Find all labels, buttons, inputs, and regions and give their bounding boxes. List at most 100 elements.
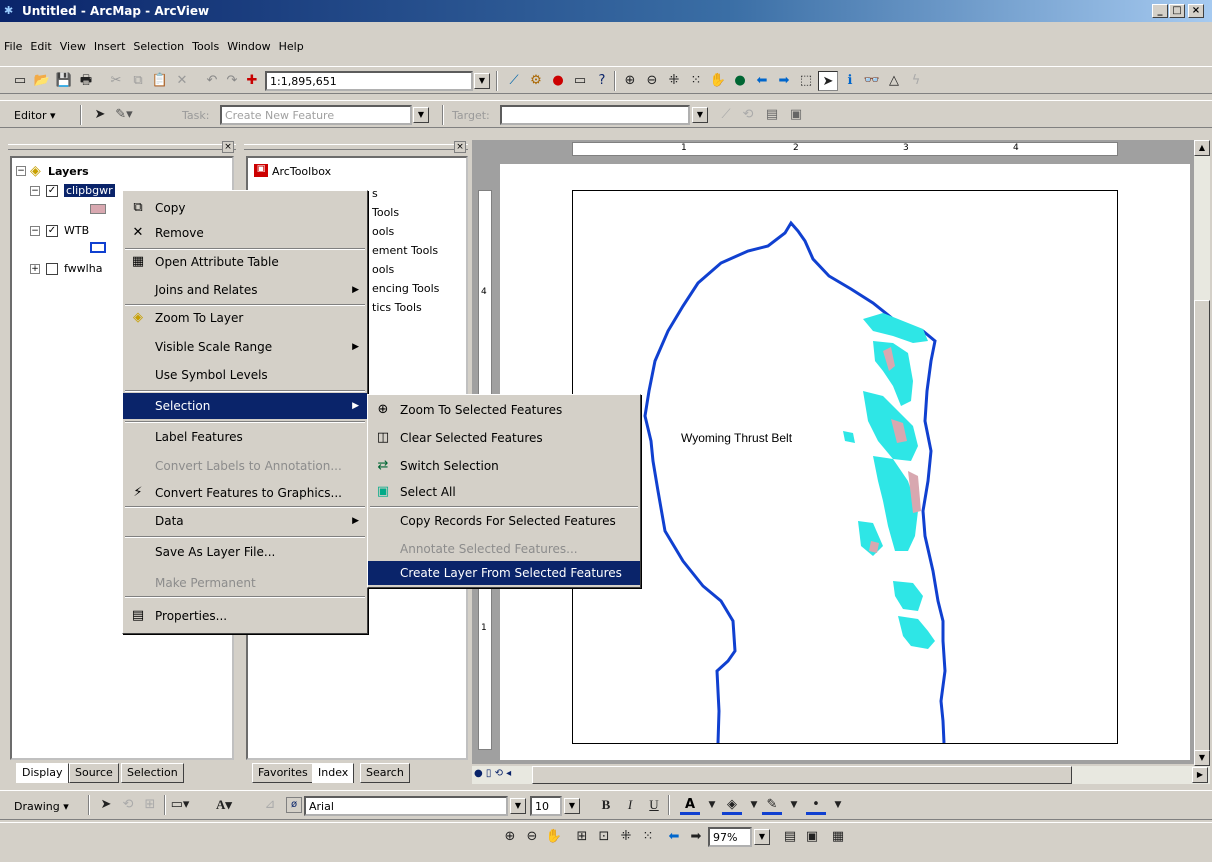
layer-name-clipbgwr[interactable]: clipbgwr [64,184,115,197]
dropdown-arrow-icon[interactable]: ▼ [784,795,804,815]
command-line-icon[interactable]: ▭ [570,71,590,91]
dropdown-arrow-icon[interactable]: ▼ [744,795,764,815]
target-combo[interactable] [500,105,690,125]
line-color-icon[interactable]: ✎ [762,795,782,815]
find-icon[interactable]: 👓 [862,71,882,91]
marker-color-icon[interactable]: • [806,795,826,815]
menu-selection[interactable]: Selection [129,38,188,55]
sketch-properties-icon[interactable]: ▣ [786,105,806,125]
editor-toolbar-icon[interactable]: ⟋ [504,71,524,91]
edit-tool-icon[interactable]: ➤ [90,105,110,125]
menu-item-data[interactable]: Data ▶ [123,508,367,534]
fixed-zoom-in-icon[interactable]: ⁜ [664,71,684,91]
font-style-icon[interactable]: ø [286,797,302,813]
fill-color-icon[interactable]: ◈ [722,795,742,815]
redo-icon[interactable]: ↷ [222,71,242,91]
toolbox-linear-referencing-tools[interactable]: encing Tools [372,282,439,295]
copy-icon[interactable]: ⧉ [128,71,148,91]
menu-edit[interactable]: Edit [26,38,55,55]
toolbox-data-management-tools[interactable]: ement Tools [372,244,438,257]
menu-item-clear-selected[interactable]: ◫ Clear Selected Features [368,425,640,451]
split-tool-icon[interactable]: ⟋ [716,105,736,125]
menu-item-zoom-to-selected[interactable]: ⊕ Zoom To Selected Features [368,397,640,423]
tab-index[interactable]: Index [312,763,355,783]
toolbox-spatial-statistics-tools[interactable]: tics Tools [372,301,422,314]
layout-view-icon[interactable]: ● ▯ ⟲ ◂ [474,768,511,779]
next-extent-icon[interactable]: ➡ [686,827,706,847]
vertical-scrollbar[interactable]: ▲ ▼ [1194,140,1210,770]
italic-button[interactable]: I [620,795,640,815]
menu-help[interactable]: Help [275,38,308,55]
map-scale-combo[interactable]: 1:1,895,651 [265,71,473,91]
tab-favorites[interactable]: Favorites [252,763,314,783]
pan-icon[interactable]: ✋ [708,71,728,91]
layer-name-wtb[interactable]: WTB [64,224,89,237]
symbol-swatch-wtb[interactable] [90,242,106,253]
font-combo[interactable]: Arial [304,796,508,816]
expand-toggle-clipbgwr[interactable]: − [30,186,40,196]
menu-tools[interactable]: Tools [188,38,223,55]
menu-view[interactable]: View [56,38,90,55]
rotate-tool-icon[interactable]: ⟲ [738,105,758,125]
rectangle-icon[interactable]: ▭▾ [170,795,190,815]
menu-item-copy[interactable]: ⧉ Copy [123,195,367,221]
task-dropdown-arrow[interactable]: ▼ [413,107,429,123]
fixed-zoom-out-icon[interactable]: ⁙ [686,71,706,91]
data-frame[interactable]: Wyoming Thrust Belt [572,190,1118,744]
layer-checkbox-wtb[interactable]: ✓ [46,225,58,237]
menu-window[interactable]: Window [223,38,274,55]
menu-item-selection[interactable]: Selection ▶ [123,393,367,419]
toolbox-analysis-tools[interactable]: s [372,187,378,200]
tab-search[interactable]: Search [360,763,410,783]
menu-item-zoom-to-layer[interactable]: ◈ Zoom To Layer [123,305,367,331]
map-label[interactable]: Wyoming Thrust Belt [681,431,792,445]
toolbox-conversion-tools[interactable]: ools [372,225,394,238]
tab-selection[interactable]: Selection [121,763,184,783]
undo-icon[interactable]: ↶ [202,71,222,91]
dropdown-arrow-icon[interactable]: ▼ [702,795,722,815]
scroll-down-button[interactable]: ▼ [1194,750,1210,766]
toolbox-close-button[interactable]: × [454,141,466,153]
menu-item-properties[interactable]: ▤ Properties... [123,603,367,629]
drawing-menu[interactable]: Drawing ▾ [14,800,69,813]
maximize-button[interactable]: □ [1169,4,1185,18]
edit-vertices-icon[interactable]: ⊿ [260,795,280,815]
scroll-right-button[interactable]: ▶ [1192,767,1208,783]
select-elements-icon[interactable]: ➤ [96,795,116,815]
expand-toggle-fwwlha[interactable]: + [30,264,40,274]
paste-icon[interactable]: 📋 [150,71,170,91]
bold-button[interactable]: B [596,795,616,815]
scroll-thumb[interactable] [1194,300,1210,770]
forward-extent-icon[interactable]: ➡ [774,71,794,91]
layer-checkbox-clipbgwr[interactable]: ✓ [46,185,58,197]
fixed-zoom-out-layout-icon[interactable]: ⁙ [638,827,658,847]
zoom-out-icon[interactable]: ⊖ [642,71,662,91]
menu-item-joins-relates[interactable]: Joins and Relates ▶ [123,277,367,303]
select-features-icon[interactable]: ⬚ [796,71,816,91]
tab-source[interactable]: Source [69,763,119,783]
hyperlink-icon[interactable]: ϟ [906,71,926,91]
save-icon[interactable]: 💾 [54,71,74,91]
menu-item-convert-labels[interactable]: Convert Labels to Annotation... [123,453,367,479]
scroll-up-button[interactable]: ▲ [1194,140,1210,156]
font-size-combo[interactable]: 10 [530,796,562,816]
underline-button[interactable]: U [644,795,664,815]
new-text-icon[interactable]: A▾ [214,795,234,815]
add-data-icon[interactable]: ✚ [242,71,262,91]
menu-item-select-all[interactable]: ▣ Select All [368,479,640,505]
minimize-button[interactable]: _ [1152,4,1168,18]
menu-item-visible-scale-range[interactable]: Visible Scale Range ▶ [123,334,367,360]
font-color-icon[interactable]: A [680,795,700,815]
zoom-whole-page-icon[interactable]: ⊞ [140,795,160,815]
menu-item-save-layer-file[interactable]: Save As Layer File... [123,539,367,565]
menu-item-convert-features-graphics[interactable]: ⚡ Convert Features to Graphics... [123,480,367,506]
toolbox-cartography-tools[interactable]: Tools [372,206,399,219]
editor-menu[interactable]: Editor ▾ [14,109,56,122]
change-layout-icon[interactable]: ▦ [828,827,848,847]
close-button[interactable]: × [1188,4,1204,18]
tab-display[interactable]: Display [16,763,69,783]
back-extent-icon[interactable]: ⬅ [752,71,772,91]
rotate-icon[interactable]: ⟲ [118,795,138,815]
open-icon[interactable]: 📂 [32,71,52,91]
full-extent-icon[interactable]: ● [730,71,750,91]
